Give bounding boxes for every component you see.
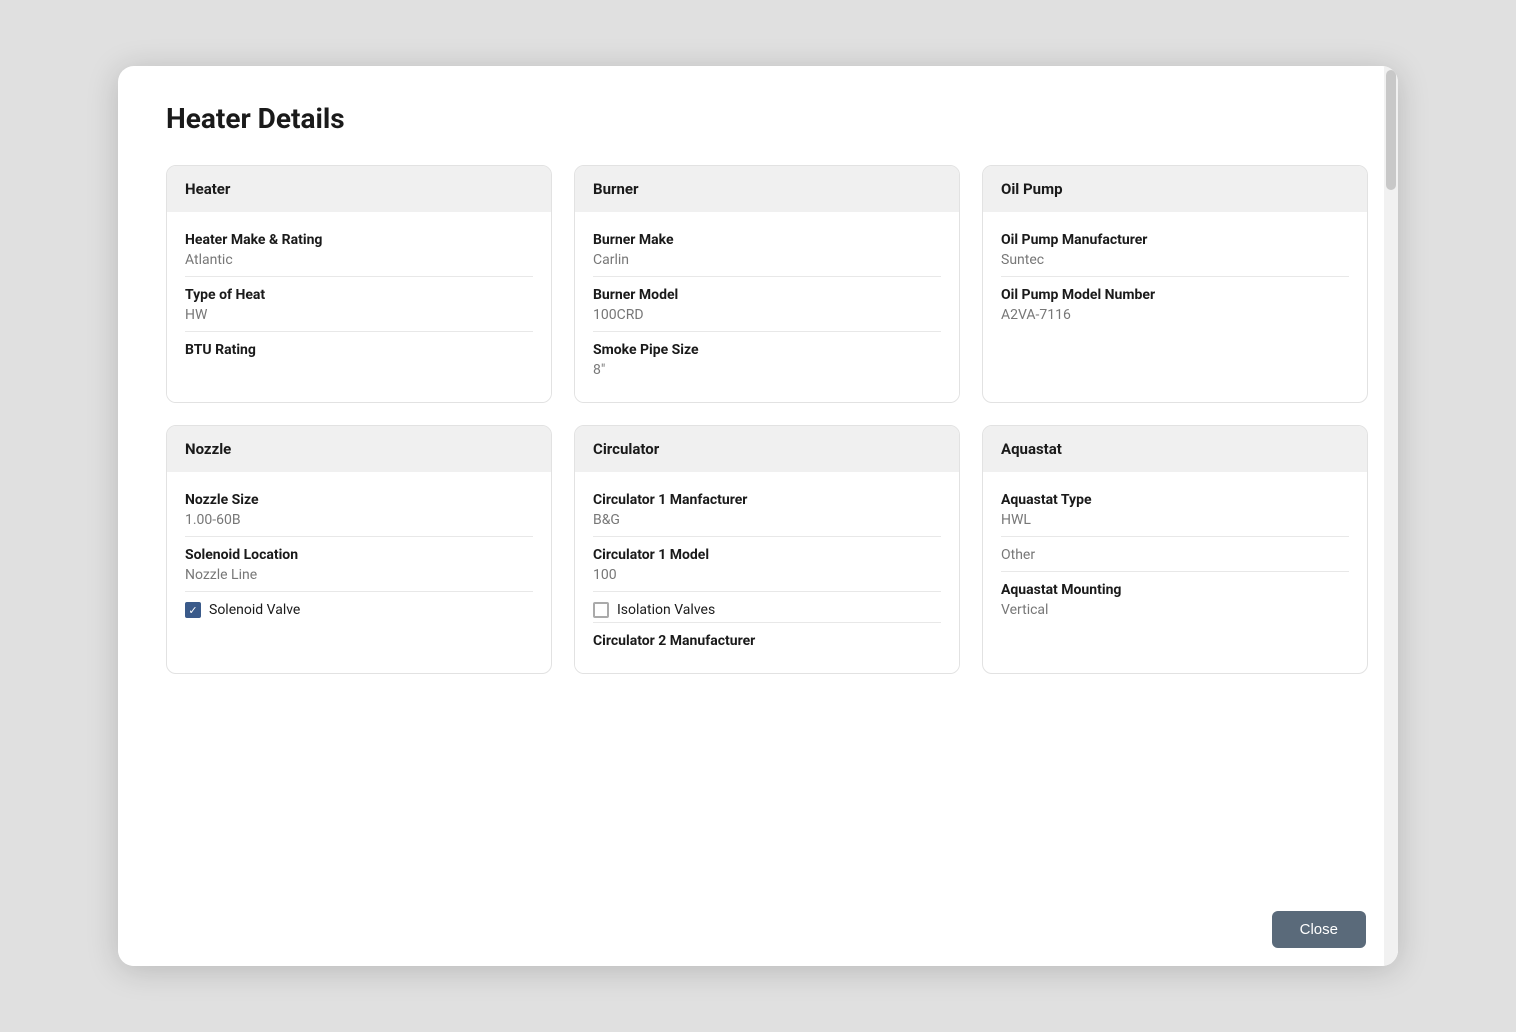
field: Nozzle Size 1.00-60B — [185, 482, 533, 537]
field: Aquastat Mounting Vertical — [1001, 572, 1349, 626]
card-body-oil-pump: Oil Pump Manufacturer Suntec Oil Pump Mode… — [983, 212, 1367, 347]
checkbox-row[interactable]: Isolation Valves — [593, 592, 941, 623]
field-label: Type of Heat — [185, 287, 533, 303]
card-body-burner: Burner Make Carlin Burner Model 100CRD Smoke… — [575, 212, 959, 402]
field-value: 100CRD — [593, 307, 941, 327]
field: Circulator 2 Manufacturer — [593, 623, 941, 657]
card-oil-pump: Oil PumpOil Pump ManufacturerSuntecOil P… — [982, 165, 1368, 403]
field-value: B&G — [593, 512, 941, 532]
field-label: Burner Model — [593, 287, 941, 303]
card-burner: Burner Burner Make Carlin Burner Model 100CR… — [574, 165, 960, 403]
field-label: Burner Make — [593, 232, 941, 248]
field-value: A2VA-7116 — [1001, 307, 1349, 327]
page-title: Heater Details — [166, 102, 1368, 135]
field-value: Nozzle Line — [185, 567, 533, 587]
field: Solenoid Location Nozzle Line — [185, 537, 533, 592]
card-header-aquastat: Aquastat — [983, 426, 1367, 472]
field-value: HWL — [1001, 512, 1349, 532]
card-body-nozzle: Nozzle Size 1.00-60B Solenoid Location Nozz… — [167, 472, 551, 638]
card-circulator: CirculatorCirculator 1 ManfacturerB&GCir… — [574, 425, 960, 674]
card-body-circulator: Circulator 1 ManfacturerB&GCirculator 1 … — [575, 472, 959, 673]
field-label: Circulator 1 Model — [593, 547, 941, 563]
field: BTU Rating — [185, 332, 533, 386]
field: Heater Make & Rating Atlantic — [185, 222, 533, 277]
field-label: Oil Pump Model Number — [1001, 287, 1349, 303]
field: Other — [1001, 537, 1349, 572]
scrollbar-thumb[interactable] — [1386, 70, 1396, 190]
field-label: BTU Rating — [185, 342, 533, 358]
field: Oil Pump Manufacturer Suntec — [1001, 222, 1349, 277]
checkbox-row[interactable]: ✓ Solenoid Valve — [185, 592, 533, 622]
field: Type of Heat HW — [185, 277, 533, 332]
field-label: Solenoid Location — [185, 547, 533, 563]
field-label: Aquastat Mounting — [1001, 582, 1349, 598]
field-value: 1.00-60B — [185, 512, 533, 532]
card-nozzle: Nozzle Nozzle Size 1.00-60B Solenoid Locati… — [166, 425, 552, 674]
field: Oil Pump Model Number A2VA-7116 — [1001, 277, 1349, 331]
card-header-heater: Heater — [167, 166, 551, 212]
close-button[interactable]: Close — [1272, 911, 1366, 948]
checkbox-box[interactable]: ✓ — [185, 602, 201, 618]
modal-footer: Close — [118, 897, 1398, 966]
checkbox-box[interactable] — [593, 602, 609, 618]
field-label: Circulator 1 Manfacturer — [593, 492, 941, 508]
field-label: Oil Pump Manufacturer — [1001, 232, 1349, 248]
field: Circulator 1 Manfacturer B&G — [593, 482, 941, 537]
cards-grid: Heater Heater Make & Rating Atlantic Type o… — [166, 165, 1368, 674]
field: Burner Make Carlin — [593, 222, 941, 277]
field-label: Aquastat Type — [1001, 492, 1349, 508]
card-header-burner: Burner — [575, 166, 959, 212]
field-value: Suntec — [1001, 252, 1349, 272]
card-header-oil-pump: Oil Pump — [983, 166, 1367, 212]
card-heater: Heater Heater Make & Rating Atlantic Type o… — [166, 165, 552, 403]
field-value: 8" — [593, 362, 941, 382]
field-label: Nozzle Size — [185, 492, 533, 508]
modal-content: Heater Details Heater Heater Make & Ratin… — [118, 66, 1398, 897]
field-label: Heater Make & Rating — [185, 232, 533, 248]
field-value: Vertical — [1001, 602, 1349, 622]
field-value: HW — [185, 307, 533, 327]
field-value: Other — [1001, 547, 1349, 567]
field: Burner Model 100CRD — [593, 277, 941, 332]
checkbox-label: Isolation Valves — [617, 602, 715, 618]
scrollbar-track[interactable] — [1384, 66, 1398, 966]
field-value: Atlantic — [185, 252, 533, 272]
card-body-heater: Heater Make & Rating Atlantic Type of Heat… — [167, 212, 551, 402]
card-aquastat: Aquastat Aquastat Type HWL Other Aquastat Mo… — [982, 425, 1368, 674]
card-body-aquastat: Aquastat Type HWL Other Aquastat Mounting Ve… — [983, 472, 1367, 642]
field-label: Smoke Pipe Size — [593, 342, 941, 358]
checkbox-label: Solenoid Valve — [209, 602, 300, 618]
field-empty — [185, 362, 533, 382]
field: Aquastat Type HWL — [1001, 482, 1349, 537]
field-value: 100 — [593, 567, 941, 587]
card-header-nozzle: Nozzle — [167, 426, 551, 472]
field-label: Circulator 2 Manufacturer — [593, 633, 941, 649]
field: Smoke Pipe Size 8" — [593, 332, 941, 386]
card-header-circulator: Circulator — [575, 426, 959, 472]
field-value: Carlin — [593, 252, 941, 272]
modal-container: Heater Details Heater Heater Make & Ratin… — [118, 66, 1398, 966]
field: Circulator 1 Model 100 — [593, 537, 941, 592]
